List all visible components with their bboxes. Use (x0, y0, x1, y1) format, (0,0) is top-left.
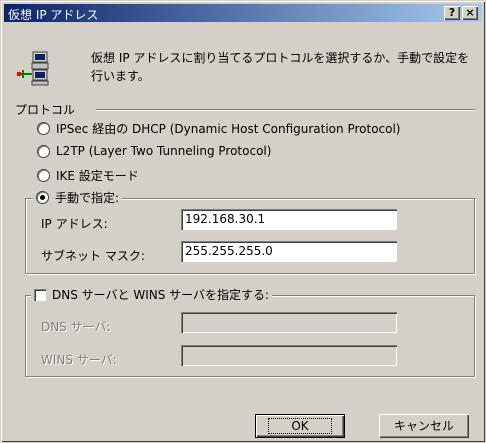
wins-server-field[interactable] (181, 345, 397, 366)
radio-dhcp-label: IPSec 経由の DHCP (Dynamic Host Configurati… (56, 122, 401, 136)
description-text: 仮想 IP アドレスに割り当てるプロトコルを選択するか、手動で設定を行います。 (91, 51, 470, 83)
radio-l2tp-button[interactable] (37, 144, 50, 158)
dns-wins-checkbox-label: DNS サーバと WINS サーバを指定する: (52, 288, 270, 302)
dns-wins-checkbox-row[interactable]: DNS サーバと WINS サーバを指定する: (31, 286, 273, 303)
subnet-mask-label: サブネット マスク: (41, 249, 145, 263)
ok-button-label: OK (268, 418, 332, 434)
protocol-section-label: プロトコル (15, 103, 76, 117)
radio-dhcp[interactable]: IPSec 経由の DHCP (Dynamic Host Configurati… (37, 120, 401, 137)
protocol-separator (96, 109, 475, 111)
window-title: 仮想 IP アドレス (8, 8, 99, 22)
radio-dhcp-button[interactable] (37, 122, 50, 135)
radio-ike[interactable]: IKE 設定モード (37, 167, 139, 184)
cancel-button[interactable]: キャンセル (379, 414, 469, 438)
radio-manual-label: 手動で指定: (55, 191, 120, 205)
ip-address-label: IP アドレス: (41, 217, 108, 231)
wins-server-label: WINS サーバ: (41, 353, 117, 367)
ok-button[interactable]: OK (255, 414, 345, 438)
dns-wins-checkbox[interactable] (34, 288, 46, 301)
subnet-mask-field[interactable]: 255.255.255.0 (181, 241, 397, 262)
radio-manual[interactable]: 手動で指定: (33, 189, 123, 206)
ip-address-field[interactable]: 192.168.30.1 (181, 209, 397, 230)
network-computers-icon (17, 51, 49, 86)
radio-l2tp-label: L2TP (Layer Two Tunneling Protocol) (56, 144, 272, 158)
dns-server-label: DNS サーバ: (41, 320, 111, 334)
radio-ike-label: IKE 設定モード (56, 169, 139, 183)
radio-ike-button[interactable] (37, 169, 50, 182)
title-bar[interactable]: 仮想 IP アドレス ? × (4, 4, 482, 22)
radio-l2tp[interactable]: L2TP (Layer Two Tunneling Protocol) (37, 144, 271, 158)
radio-manual-button[interactable] (36, 191, 49, 204)
help-button[interactable]: ? (444, 6, 460, 20)
close-button[interactable]: × (462, 6, 478, 20)
dialog-window: 仮想 IP アドレス ? × 仮想 IP アドレスに割り当てるプロトコルを選択す… (0, 0, 486, 443)
dns-server-field[interactable] (181, 312, 397, 333)
